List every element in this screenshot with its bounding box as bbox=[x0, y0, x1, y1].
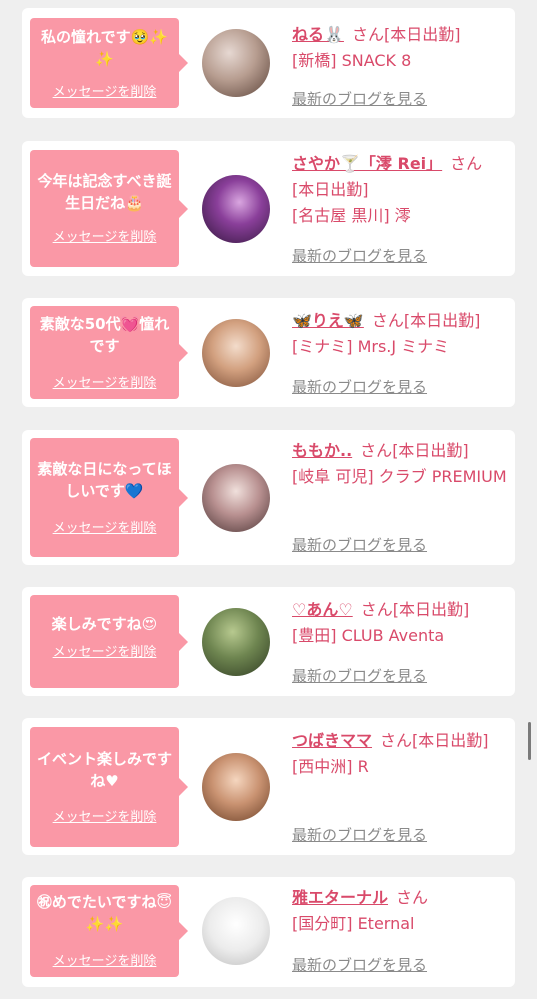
message-card: ㊗めでたいですね😇✨✨ メッセージを削除 雅エターナル さん [国分町] Eter… bbox=[22, 877, 515, 987]
status-text: [本日出勤] bbox=[403, 311, 481, 330]
blog-link[interactable]: 最新のブログを見る bbox=[292, 534, 427, 555]
message-text: 私の憧れです🥹✨✨ bbox=[41, 28, 168, 68]
store-text: [国分町] Eternal bbox=[292, 914, 415, 933]
message-text: 素敵な日になってほしいです💙 bbox=[37, 460, 172, 500]
status-text: [本日出勤] bbox=[392, 441, 469, 460]
cast-name-link[interactable]: ♡あん♡ bbox=[292, 600, 353, 619]
store-text: [新橋] SNACK 8 bbox=[292, 51, 412, 70]
honorific: さん bbox=[450, 154, 483, 173]
delete-message-link[interactable]: メッセージを削除 bbox=[30, 81, 179, 100]
cast-info: 🦋りえ🦋 さん[本日出勤] [ミナミ] Mrs.J ミナミ bbox=[292, 308, 508, 360]
store-text: [ミナミ] Mrs.J ミナミ bbox=[292, 337, 450, 356]
avatar[interactable] bbox=[202, 175, 270, 243]
cast-info: さやか🍸「澪 Rei」 さん [本日出勤] [名古屋 黒川] 澪 bbox=[292, 151, 508, 229]
message-card: 素敵な日になってほしいです💙 メッセージを削除 ももか.. さん[本日出勤] [岐… bbox=[22, 430, 515, 565]
delete-message-link[interactable]: メッセージを削除 bbox=[30, 517, 179, 536]
honorific: さん bbox=[360, 600, 393, 619]
cast-name-link[interactable]: 雅エターナル bbox=[292, 888, 388, 907]
blog-link[interactable]: 最新のブログを見る bbox=[292, 88, 427, 109]
avatar[interactable] bbox=[202, 464, 270, 532]
store-text: [名古屋 黒川] 澪 bbox=[292, 206, 411, 225]
status-text: [本日出勤] bbox=[292, 180, 369, 199]
message-bubble: 私の憧れです🥹✨✨ メッセージを削除 bbox=[30, 18, 188, 108]
message-bubble: 楽しみですね😍 メッセージを削除 bbox=[30, 595, 188, 688]
message-bubble: 素敵な日になってほしいです💙 メッセージを削除 bbox=[30, 438, 188, 557]
cast-info: つばきママ さん[本日出勤] [西中洲] R bbox=[292, 728, 508, 780]
honorific: さん bbox=[396, 888, 429, 907]
message-bubble: 素敵な50代💓憧れです メッセージを削除 bbox=[30, 306, 188, 399]
message-card: 素敵な50代💓憧れです メッセージを削除 🦋りえ🦋 さん[本日出勤] [ミナミ] … bbox=[22, 298, 515, 407]
cast-name-link[interactable]: さやか🍸「澪 Rei」 bbox=[292, 154, 442, 173]
delete-message-link[interactable]: メッセージを削除 bbox=[30, 372, 179, 391]
blog-link[interactable]: 最新のブログを見る bbox=[292, 824, 427, 845]
avatar[interactable] bbox=[202, 608, 270, 676]
blog-link[interactable]: 最新のブログを見る bbox=[292, 376, 427, 397]
store-text: [岐阜 可児] クラブ PREMIUM bbox=[292, 467, 507, 486]
cast-name-link[interactable]: 🦋りえ🦋 bbox=[292, 311, 364, 330]
cast-name-link[interactable]: つばきママ bbox=[292, 731, 372, 750]
cast-name-link[interactable]: ねる🐰 bbox=[292, 25, 344, 44]
delete-message-link[interactable]: メッセージを削除 bbox=[30, 641, 179, 660]
status-text: [本日出勤] bbox=[383, 25, 461, 44]
message-text: 今年は記念すべき誕生日だね🎂 bbox=[37, 172, 172, 212]
store-text: [豊田] CLUB Aventa bbox=[292, 626, 445, 645]
message-bubble: イベント楽しみですね♥ メッセージを削除 bbox=[30, 727, 188, 847]
blog-link[interactable]: 最新のブログを見る bbox=[292, 245, 427, 266]
cast-info: ♡あん♡ さん[本日出勤] [豊田] CLUB Aventa bbox=[292, 597, 508, 649]
avatar[interactable] bbox=[202, 897, 270, 965]
cast-info: 雅エターナル さん [国分町] Eternal bbox=[292, 885, 508, 937]
cast-info: ねる🐰 さん[本日出勤] [新橋] SNACK 8 bbox=[292, 22, 508, 74]
delete-message-link[interactable]: メッセージを削除 bbox=[30, 950, 179, 969]
blog-link[interactable]: 最新のブログを見る bbox=[292, 665, 427, 686]
status-text: [本日出勤] bbox=[412, 731, 489, 750]
avatar[interactable] bbox=[202, 29, 270, 97]
message-card: 今年は記念すべき誕生日だね🎂 メッセージを削除 さやか🍸「澪 Rei」 さん [本… bbox=[22, 141, 515, 276]
message-card: 私の憧れです🥹✨✨ メッセージを削除 ねる🐰 さん[本日出勤] [新橋] SNAC… bbox=[22, 8, 515, 118]
message-bubble: 今年は記念すべき誕生日だね🎂 メッセージを削除 bbox=[30, 150, 188, 267]
delete-message-link[interactable]: メッセージを削除 bbox=[30, 226, 179, 245]
message-bubble: ㊗めでたいですね😇✨✨ メッセージを削除 bbox=[30, 885, 188, 977]
message-text: 素敵な50代💓憧れです bbox=[39, 315, 170, 355]
status-text: [本日出勤] bbox=[392, 600, 470, 619]
delete-message-link[interactable]: メッセージを削除 bbox=[30, 806, 179, 825]
message-text: ㊗めでたいですね😇✨✨ bbox=[36, 893, 173, 933]
blog-link[interactable]: 最新のブログを見る bbox=[292, 954, 427, 975]
honorific: さん bbox=[360, 441, 393, 460]
honorific: さん bbox=[371, 311, 404, 330]
cast-name-link[interactable]: ももか.. bbox=[292, 441, 352, 460]
message-text: 楽しみですね😍 bbox=[51, 615, 158, 633]
avatar[interactable] bbox=[202, 319, 270, 387]
avatar[interactable] bbox=[202, 753, 270, 821]
message-card: イベント楽しみですね♥ メッセージを削除 つばきママ さん[本日出勤] [西中洲]… bbox=[22, 718, 515, 855]
message-text: イベント楽しみですね♥ bbox=[36, 750, 172, 790]
honorific: さん bbox=[351, 25, 384, 44]
cast-info: ももか.. さん[本日出勤] [岐阜 可児] クラブ PREMIUM bbox=[292, 438, 508, 490]
store-text: [西中洲] R bbox=[292, 757, 369, 776]
honorific: さん bbox=[380, 731, 413, 750]
message-card: 楽しみですね😍 メッセージを削除 ♡あん♡ さん[本日出勤] [豊田] CLUB … bbox=[22, 587, 515, 696]
scrollbar-thumb[interactable] bbox=[528, 722, 531, 760]
